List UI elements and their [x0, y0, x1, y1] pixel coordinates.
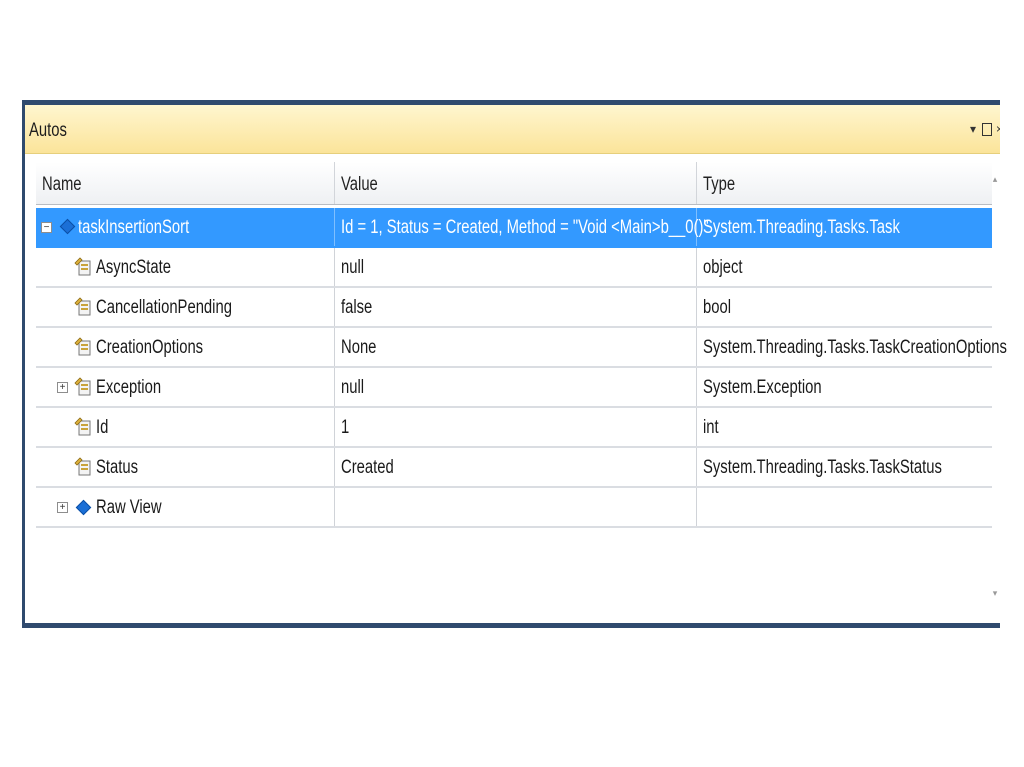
name-cell[interactable]: CreationOptions [36, 328, 335, 366]
row-name: CancellationPending [96, 297, 232, 318]
expand-icon[interactable]: + [57, 382, 68, 393]
value-cell[interactable]: None [335, 328, 697, 366]
table-row[interactable]: AsyncState null object [36, 248, 992, 288]
watch-grid: Name Value Type − taskInsertionSort Id =… [36, 162, 1007, 534]
row-value: null [341, 377, 365, 398]
column-header-row: Name Value Type [36, 162, 992, 205]
name-cell[interactable]: − taskInsertionSort [36, 208, 335, 246]
row-name: Exception [96, 377, 162, 398]
name-cell[interactable]: + Raw View [36, 488, 335, 526]
row-type: bool [703, 297, 732, 318]
row-type: object [703, 257, 743, 278]
row-name: Status [96, 457, 139, 478]
property-icon [74, 377, 91, 396]
name-cell[interactable]: + Exception [36, 368, 335, 406]
row-name: Raw View [96, 497, 162, 518]
name-cell[interactable]: Id [36, 408, 335, 446]
property-icon [74, 297, 91, 316]
name-cell[interactable]: CancellationPending [36, 288, 335, 326]
value-cell[interactable]: null [335, 248, 697, 286]
property-icon [74, 257, 91, 276]
value-cell[interactable]: Created [335, 448, 697, 486]
property-icon [74, 337, 91, 356]
maximize-icon [982, 123, 992, 136]
type-cell[interactable] [697, 488, 992, 526]
row-name: AsyncState [96, 257, 171, 278]
table-row[interactable]: − taskInsertionSort Id = 1, Status = Cre… [36, 208, 992, 248]
scroll-down-icon[interactable]: ▾ [991, 588, 999, 599]
row-type: System.Threading.Tasks.TaskCreationOptio… [703, 337, 1007, 358]
name-cell[interactable]: Status [36, 448, 335, 486]
expand-icon[interactable]: + [57, 502, 68, 513]
type-cell[interactable]: System.Threading.Tasks.TaskStatus [697, 448, 992, 486]
property-icon [74, 457, 91, 476]
type-cell[interactable]: System.Threading.Tasks.Task [697, 208, 992, 246]
table-row[interactable]: + Raw View [36, 488, 992, 528]
type-cell[interactable]: object [697, 248, 992, 286]
table-row[interactable]: CreationOptions None System.Threading.Ta… [36, 328, 1007, 368]
collapse-icon[interactable]: − [41, 222, 52, 233]
property-icon [74, 417, 91, 436]
close-button[interactable]: × [996, 121, 1000, 137]
column-header-value[interactable]: Value [335, 162, 697, 204]
table-row[interactable]: + Exception null System.Exception [36, 368, 992, 408]
type-cell[interactable]: bool [697, 288, 992, 326]
row-type: int [703, 417, 719, 438]
window-title: Autos [29, 120, 67, 141]
type-cell[interactable]: System.Exception [697, 368, 992, 406]
value-cell[interactable]: null [335, 368, 697, 406]
row-value: 1 [341, 417, 350, 438]
title-bar[interactable]: Autos ▾ × [25, 105, 1000, 154]
autos-window: Autos ▾ × Name Value Type − taskInsertio… [22, 100, 1007, 628]
row-name: taskInsertionSort [78, 217, 190, 238]
window-position-dropdown-icon[interactable]: ▾ [968, 121, 978, 137]
type-cell[interactable]: int [697, 408, 992, 446]
raw-view-diamond-icon [75, 499, 92, 516]
table-row[interactable]: Id 1 int [36, 408, 992, 448]
table-row[interactable]: CancellationPending false bool [36, 288, 992, 328]
maximize-button[interactable] [982, 121, 992, 137]
name-cell[interactable]: AsyncState [36, 248, 335, 286]
row-type: System.Threading.Tasks.Task [703, 217, 900, 238]
scroll-up-icon[interactable]: ▴ [991, 174, 999, 185]
object-diamond-icon [59, 218, 76, 235]
row-type: System.Exception [703, 377, 822, 398]
value-cell[interactable]: Id = 1, Status = Created, Method = "Void… [335, 208, 709, 246]
column-header-name[interactable]: Name [36, 162, 335, 204]
row-name: CreationOptions [96, 337, 204, 358]
value-cell[interactable] [335, 488, 697, 526]
row-value: null [341, 257, 365, 278]
row-type: System.Threading.Tasks.TaskStatus [703, 457, 942, 478]
value-cell[interactable]: false [335, 288, 697, 326]
row-name: Id [96, 417, 109, 438]
value-cell[interactable]: 1 [335, 408, 697, 446]
autos-panel: Autos ▾ × Name Value Type − taskInsertio… [25, 105, 1007, 623]
row-value: Created [341, 457, 394, 478]
row-value: Id = 1, Status = Created, Method = "Void… [341, 217, 709, 238]
vertical-scrollbar[interactable]: ▴ ▾ [991, 162, 999, 598]
column-header-type[interactable]: Type [697, 162, 992, 204]
row-value: false [341, 297, 373, 318]
table-row[interactable]: Status Created System.Threading.Tasks.Ta… [36, 448, 992, 488]
row-value: None [341, 337, 377, 358]
type-cell[interactable]: System.Threading.Tasks.TaskCreationOptio… [697, 328, 1007, 366]
